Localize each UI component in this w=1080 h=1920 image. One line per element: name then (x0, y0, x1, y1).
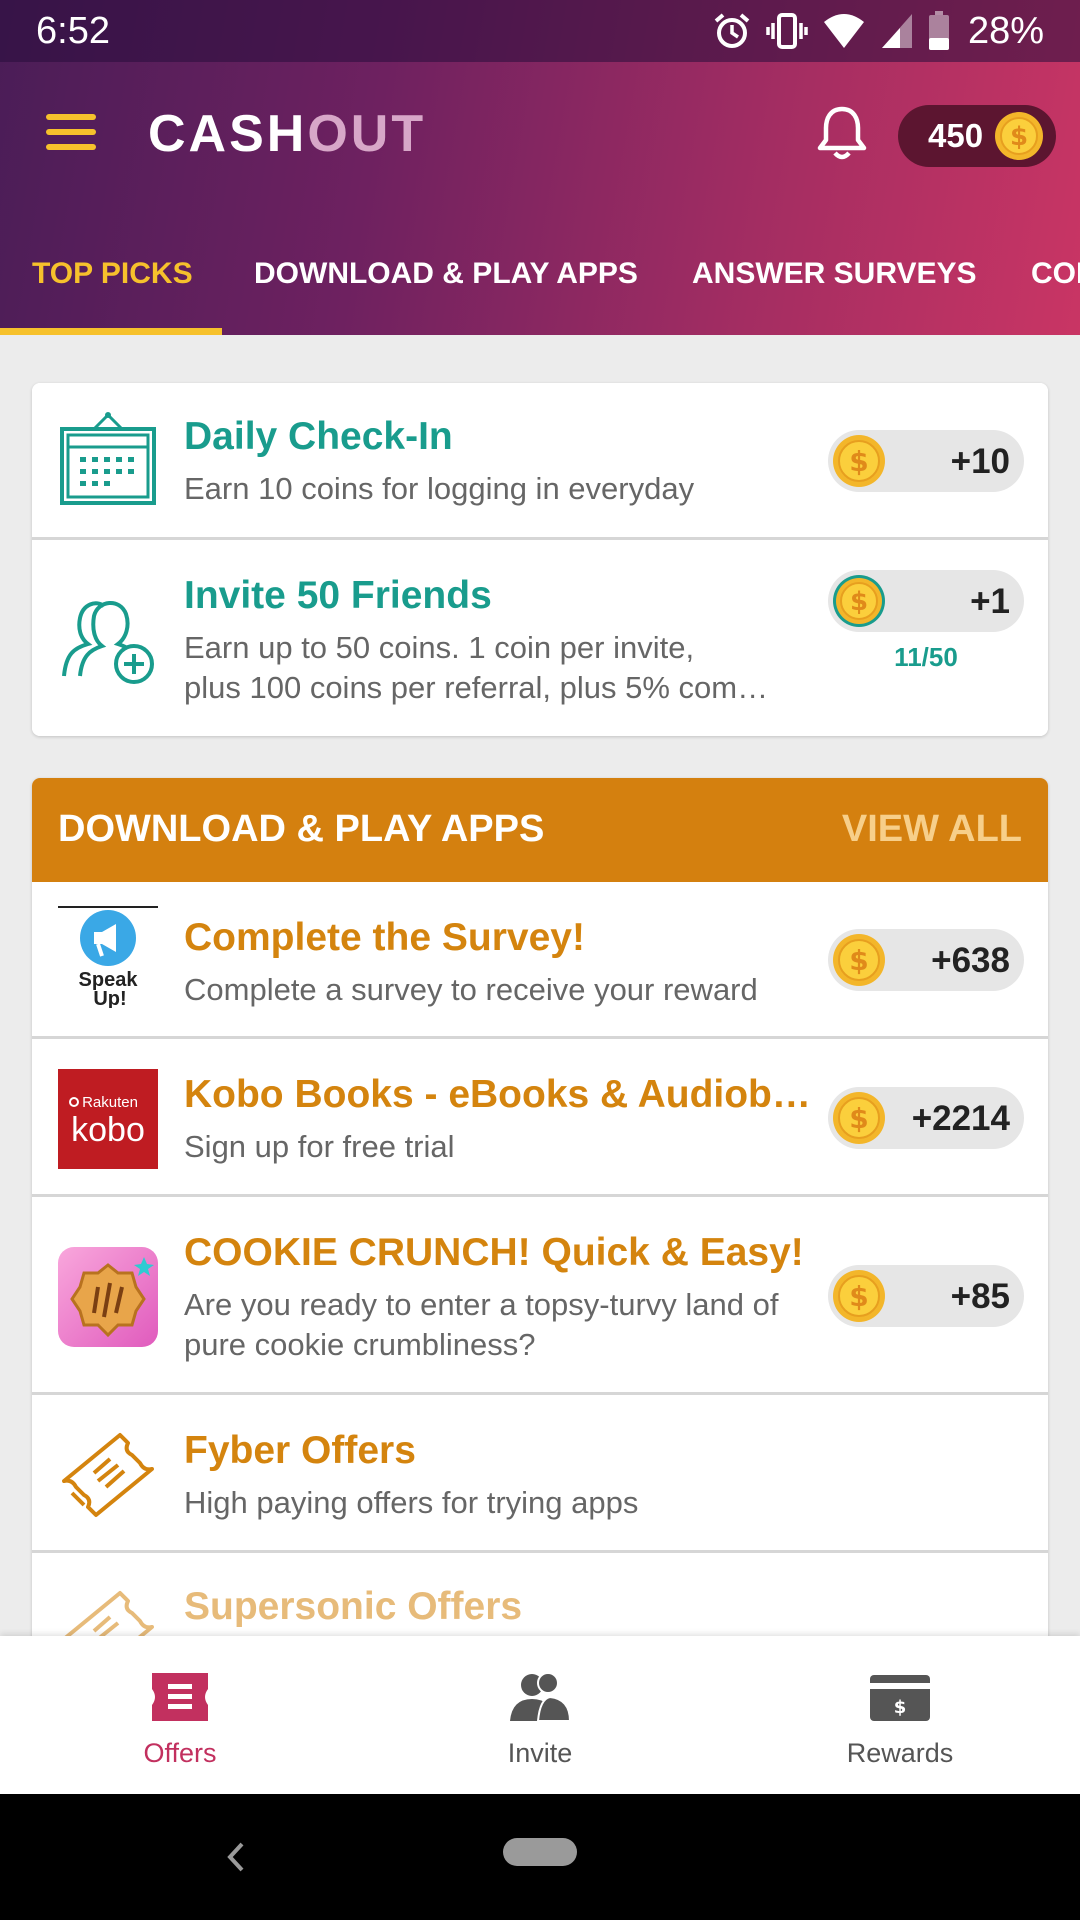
coin-balance: 450 (928, 117, 984, 154)
status-bar: 6:52 28% (0, 0, 1080, 62)
menu-icon[interactable] (46, 112, 98, 152)
row-description-line-2: pure cookie crumbliness? (184, 1327, 536, 1362)
row-title: Invite 50 Friends (184, 574, 492, 617)
kobo-icon-text-1: Rakuten (82, 1094, 138, 1111)
add-friend-icon (62, 601, 154, 684)
svg-text:$: $ (849, 1102, 868, 1135)
row-title: Kobo Books - eBooks & Audiobooks (184, 1073, 824, 1116)
logo-text-out: OUT (307, 105, 427, 163)
wallet-icon: $ (870, 1675, 930, 1721)
row-description: Earn 10 coins for logging in everyday (184, 471, 695, 506)
top-picks-card: Daily Check-In Earn 10 coins for logging… (32, 383, 1048, 736)
svg-text:$: $ (894, 1697, 907, 1718)
tab-answer-surveys[interactable]: ANSWER SURVEYS (692, 212, 977, 335)
logo-text-cash: CASH (148, 105, 308, 163)
nav-offers[interactable]: Offers (0, 1636, 360, 1794)
svg-text:$: $ (849, 1280, 868, 1313)
invite-progress: 11/50 (894, 642, 958, 672)
coin-icon: $ (833, 435, 885, 487)
list-item-kobo-books[interactable]: Rakuten kobo Kobo Books - eBooks & Audio… (32, 1039, 1048, 1197)
svg-text:$: $ (850, 587, 868, 617)
app-bar: CASHOUT 450 $ (0, 62, 1080, 212)
tab-coi[interactable]: COI (1031, 212, 1080, 335)
back-icon[interactable] (220, 1834, 250, 1880)
cookie-icon (58, 1247, 158, 1347)
svg-text:$: $ (849, 445, 868, 478)
nav-invite[interactable]: Invite (360, 1636, 720, 1794)
download-play-apps-card: DOWNLOAD & PLAY APPS VIEW ALL Speak Up! … (32, 778, 1048, 1678)
signal-icon (881, 14, 912, 48)
status-icons: 28% (712, 8, 1044, 54)
reward-value: +2214 (911, 1099, 1010, 1138)
bottom-navigation: Offers Invite $ Rewards (0, 1636, 1080, 1794)
coin-balance-pill[interactable]: 450 $ (898, 105, 1056, 167)
reward-pill: $ +638 (828, 929, 1024, 991)
nav-label: Rewards (846, 1738, 954, 1768)
list-item-fyber-offers[interactable]: Fyber Offers High paying offers for tryi… (32, 1395, 1048, 1553)
reward-value: +85 (950, 1277, 1010, 1316)
megaphone-icon: Speak Up! (79, 910, 138, 1010)
coin-icon: $ (995, 112, 1043, 160)
kobo-icon-text-2: kobo (71, 1111, 145, 1149)
reward-pill: $ +2214 (828, 1087, 1024, 1149)
people-icon (510, 1672, 572, 1722)
reward-value: +10 (950, 442, 1010, 481)
wifi-icon (823, 14, 864, 48)
top-header: 6:52 28% CASHOUT 450 $ TOP PICKS DOWNLOA… (0, 0, 1080, 335)
row-title: Daily Check-In (184, 415, 453, 458)
status-time: 6:52 (36, 10, 110, 52)
section-title: DOWNLOAD & PLAY APPS (58, 808, 545, 850)
system-navigation-bar (0, 1794, 1080, 1920)
list-item-daily-check-in[interactable]: Daily Check-In Earn 10 coins for logging… (32, 383, 1048, 540)
category-tabs: TOP PICKS DOWNLOAD & PLAY APPS ANSWER SU… (0, 212, 1080, 335)
active-tab-indicator (0, 328, 222, 335)
section-header: DOWNLOAD & PLAY APPS VIEW ALL (32, 778, 1048, 882)
list-item-complete-survey[interactable]: Speak Up! Complete the Survey! Complete … (32, 882, 1048, 1039)
svg-text:$: $ (1010, 122, 1028, 152)
row-description-line-1: Earn up to 50 coins. 1 coin per invite, (184, 630, 695, 665)
alarm-icon (714, 13, 750, 48)
row-title: COOKIE CRUNCH! Quick & Easy! (184, 1231, 804, 1274)
speak-up-text-2: Up! (93, 988, 126, 1008)
coin-icon: $ (833, 1270, 885, 1322)
ticket-icon (62, 1433, 154, 1517)
offers-icon (152, 1673, 208, 1721)
calendar-icon (60, 412, 156, 505)
coin-icon: $ (833, 1092, 885, 1144)
kobo-icon: Rakuten kobo (58, 1069, 158, 1169)
row-description-line-1: Are you ready to enter a topsy-turvy lan… (184, 1287, 779, 1322)
bell-icon[interactable] (814, 104, 870, 162)
row-description: High paying offers for trying apps (184, 1485, 639, 1520)
reward-value: +638 (931, 941, 1010, 980)
reward-pill: $ +10 (828, 430, 1024, 492)
reward-value: +1 (970, 582, 1010, 621)
app-logo: CASHOUT (148, 104, 426, 164)
svg-text:$: $ (849, 944, 868, 977)
tab-top-picks[interactable]: TOP PICKS (32, 212, 193, 335)
speak-up-icon: Speak Up! (58, 906, 158, 1010)
row-title: Fyber Offers (184, 1429, 416, 1472)
reward-pill: $ +1 (828, 570, 1024, 632)
row-description: Complete a survey to receive your reward (184, 972, 758, 1007)
battery-percent: 28% (967, 9, 1044, 52)
row-description: Sign up for free trial (184, 1129, 455, 1164)
reward-pill: $ +85 (828, 1265, 1024, 1327)
coin-icon: $ (833, 934, 885, 986)
home-button[interactable] (503, 1838, 577, 1866)
nav-label: Invite (507, 1738, 573, 1768)
nav-label: Offers (143, 1738, 217, 1768)
coin-icon: $ (833, 575, 885, 627)
nav-rewards[interactable]: $ Rewards (720, 1636, 1080, 1794)
view-all-button[interactable]: VIEW ALL (842, 808, 1022, 851)
list-item-cookie-crunch[interactable]: COOKIE CRUNCH! Quick & Easy! Are you rea… (32, 1197, 1048, 1395)
list-item-invite-friends[interactable]: Invite 50 Friends Earn up to 50 coins. 1… (32, 540, 1048, 736)
battery-icon (928, 11, 949, 50)
row-title: Supersonic Offers (184, 1585, 523, 1628)
row-title: Complete the Survey! (184, 916, 585, 959)
vibrate-icon (766, 13, 808, 49)
row-description-line-2: plus 100 coins per referral, plus 5% com… (184, 670, 769, 705)
tab-download-play-apps[interactable]: DOWNLOAD & PLAY APPS (254, 212, 638, 335)
